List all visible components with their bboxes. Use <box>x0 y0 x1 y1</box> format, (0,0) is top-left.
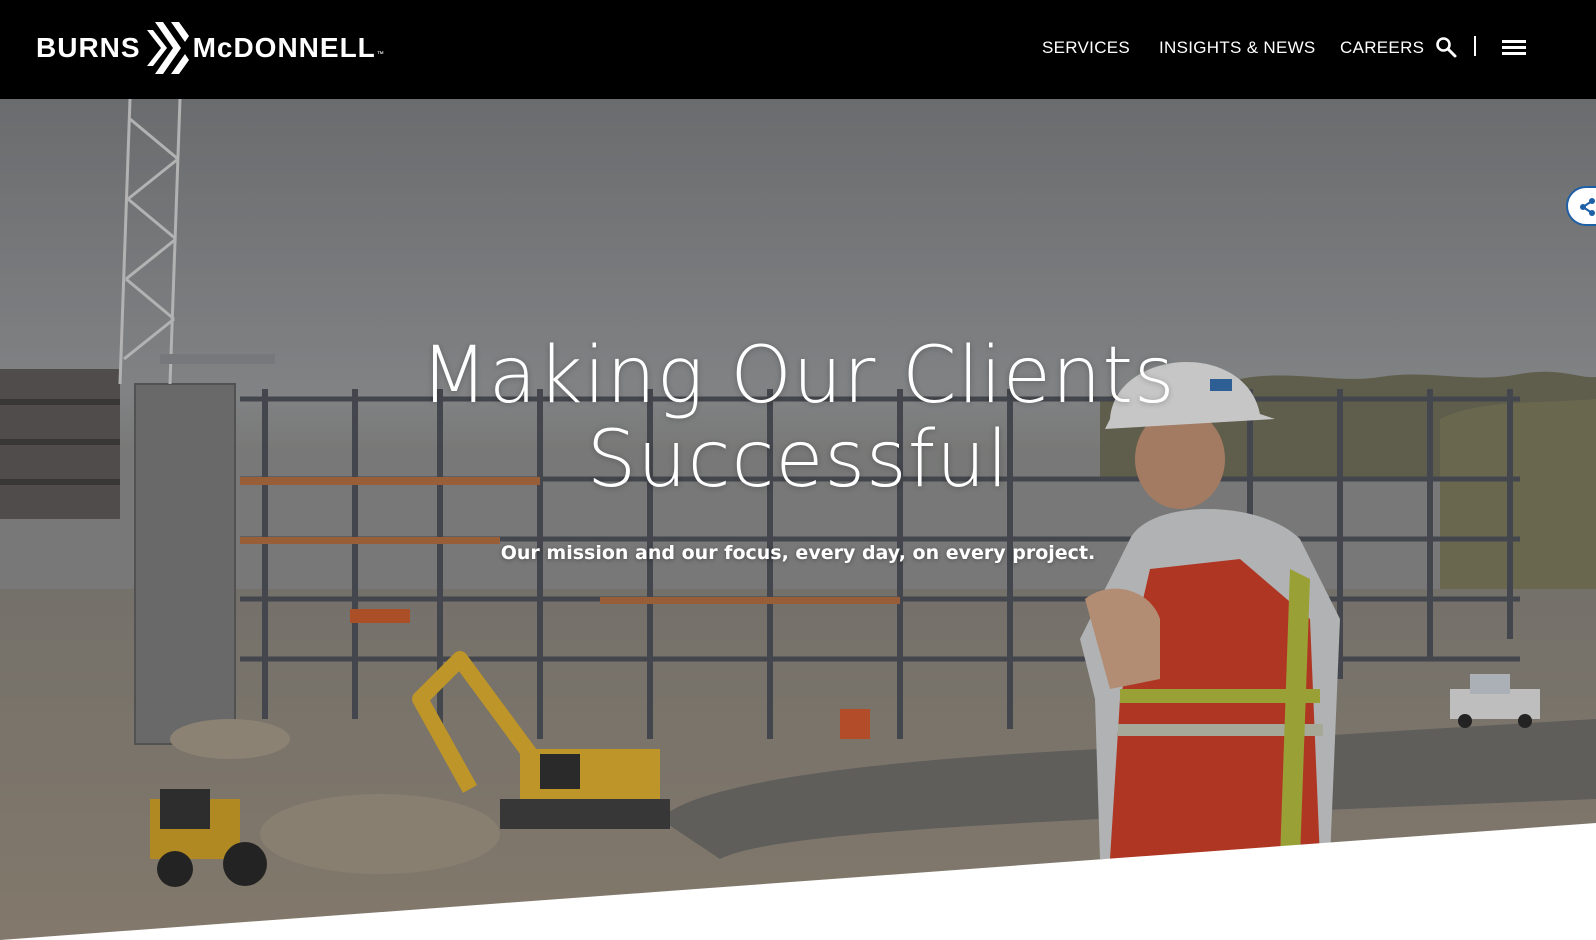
share-icon <box>1580 198 1595 216</box>
logo-text-mcdonnell: McDONNELL <box>192 32 376 63</box>
hero-subtitle: Our mission and our focus, every day, on… <box>500 542 1096 564</box>
logo-text-burns: BURNS <box>36 32 141 63</box>
hero-banner: Making Our Clients Successful Our missio… <box>0 99 1596 940</box>
logo-trademark: ™ <box>376 51 384 58</box>
logo-slash-mark-icon <box>146 22 189 74</box>
search-icon[interactable] <box>1434 35 1458 59</box>
nav-insights-news-link[interactable]: INSIGHTS & NEWS <box>1159 38 1316 58</box>
hero-heading: Making Our Clients Successful <box>298 334 1298 502</box>
hero-heading-line2: Successful <box>586 415 1010 505</box>
hero-heading-line1: Making Our Clients <box>420 331 1176 421</box>
nav-divider <box>1474 36 1476 56</box>
site-header: BURNS McDONNELL ™ SERVICES INSIGHTS & NE… <box>0 0 1596 99</box>
nav-services-link[interactable]: SERVICES <box>1042 38 1130 58</box>
hamburger-menu-icon[interactable] <box>1501 37 1527 59</box>
page: BURNS McDONNELL ™ SERVICES INSIGHTS & NE… <box>0 0 1596 940</box>
nav-careers-link[interactable]: CAREERS <box>1340 38 1424 58</box>
hero-overlay <box>0 99 1596 940</box>
burns-mcdonnell-logo[interactable]: BURNS McDONNELL ™ <box>36 22 384 74</box>
